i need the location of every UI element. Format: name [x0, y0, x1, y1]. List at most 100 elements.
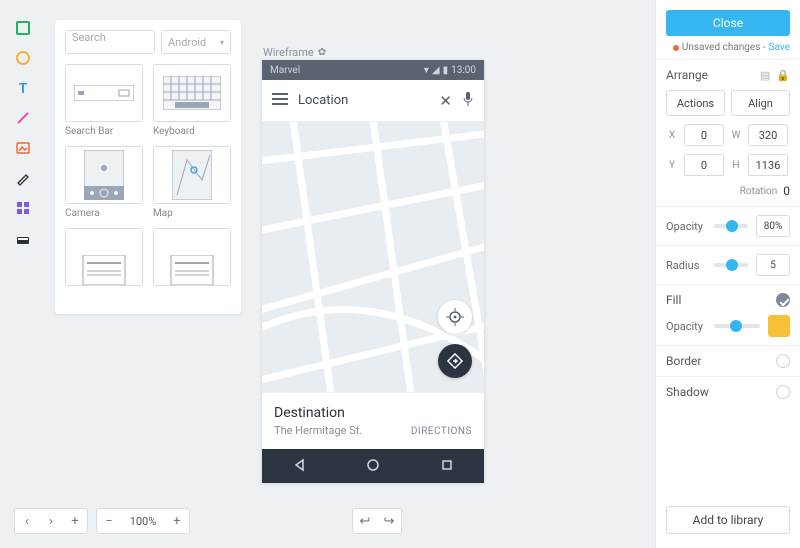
- y-input[interactable]: 0: [684, 154, 724, 176]
- shape-circle-tool[interactable]: [15, 50, 31, 66]
- hamburger-icon[interactable]: [272, 93, 288, 108]
- page-next-button[interactable]: ›: [39, 514, 63, 529]
- history-controls: ↩ ↪: [352, 508, 402, 534]
- h-label: H: [730, 160, 742, 171]
- frame-label[interactable]: Wireframe ✿: [263, 46, 326, 59]
- stack-up-icon[interactable]: ▤: [760, 69, 770, 82]
- x-label: X: [666, 130, 678, 141]
- library-item-label: Camera: [65, 208, 143, 222]
- w-label: W: [730, 130, 742, 141]
- library-item-map[interactable]: Map: [153, 146, 231, 222]
- radius-label: Radius: [666, 259, 706, 272]
- zoom-out-button[interactable]: −: [97, 514, 121, 529]
- library-panel: Search Android ▾ Search Bar Keyboard Cam…: [55, 20, 241, 314]
- directions-button[interactable]: DIRECTIONS: [411, 426, 472, 437]
- arrange-section: Arrange ▤ 🔒 Actions Align X 0 W 320 Y 0 H…: [656, 59, 800, 206]
- fill-color-swatch[interactable]: [768, 315, 790, 337]
- x-input[interactable]: 0: [684, 124, 724, 146]
- library-item-keyboard[interactable]: Keyboard: [153, 64, 231, 140]
- statusbar-title: Marvel: [270, 65, 300, 76]
- device-frame[interactable]: Marvel ▾ ◢ ▮ 13:00 Location ✕ Destinatio…: [262, 60, 484, 483]
- fill-toggle[interactable]: [776, 293, 790, 307]
- export-tool[interactable]: [15, 230, 31, 246]
- add-to-library-button[interactable]: Add to library: [666, 506, 790, 534]
- text-tool[interactable]: T: [15, 80, 31, 96]
- border-title: Border: [666, 354, 701, 368]
- save-link[interactable]: Save: [769, 42, 790, 53]
- library-item-label: [153, 290, 231, 304]
- pen-tool[interactable]: [15, 170, 31, 186]
- library-item-searchbar[interactable]: Search Bar: [65, 64, 143, 140]
- nav-recent-icon[interactable]: [440, 458, 454, 475]
- opacity-slider[interactable]: [714, 224, 748, 228]
- close-button[interactable]: Close: [666, 10, 790, 36]
- align-button[interactable]: Align: [731, 90, 790, 116]
- library-item-generic[interactable]: [65, 228, 143, 304]
- redo-button[interactable]: ↪: [377, 514, 401, 529]
- unsaved-dot-icon: [673, 45, 679, 51]
- library-item-generic[interactable]: [153, 228, 231, 304]
- rotation-label: Rotation: [740, 186, 778, 197]
- library-item-label: Keyboard: [153, 126, 231, 140]
- mic-icon[interactable]: [462, 91, 474, 110]
- zoom-value[interactable]: 100%: [121, 515, 165, 528]
- w-input[interactable]: 320: [748, 124, 788, 146]
- opacity-label: Opacity: [666, 220, 706, 233]
- library-item-camera[interactable]: Camera: [65, 146, 143, 222]
- signal-icon: ▾: [424, 65, 429, 76]
- map-canvas[interactable]: [262, 122, 484, 392]
- search-input[interactable]: Location: [298, 93, 429, 108]
- chevron-down-icon: ▾: [220, 38, 224, 47]
- svg-text:T: T: [19, 81, 28, 96]
- page-controls: ‹ › +: [14, 508, 88, 534]
- radius-slider[interactable]: [714, 263, 748, 267]
- line-tool[interactable]: [15, 110, 31, 126]
- lock-icon[interactable]: 🔒: [776, 69, 790, 82]
- destination-title: Destination: [274, 405, 362, 421]
- fill-title: Fill: [666, 293, 681, 307]
- platform-label: Android: [168, 36, 206, 49]
- h-input[interactable]: 1136: [748, 154, 788, 176]
- nav-back-icon[interactable]: [292, 458, 306, 475]
- directions-fab[interactable]: [438, 344, 472, 378]
- page-add-button[interactable]: +: [63, 514, 87, 529]
- shape-rect-tool[interactable]: [15, 20, 31, 36]
- library-item-label: Search Bar: [65, 126, 143, 140]
- page-prev-button[interactable]: ‹: [15, 514, 39, 529]
- fill-opacity-slider[interactable]: [714, 324, 760, 328]
- y-label: Y: [666, 160, 678, 171]
- opacity-value[interactable]: 80%: [756, 215, 790, 237]
- fill-section: Fill Opacity: [656, 284, 800, 345]
- destination-subtitle: The Hermitage St.: [274, 424, 362, 437]
- zoom-controls: − 100% +: [96, 508, 190, 534]
- destination-panel: Destination The Hermitage St. DIRECTIONS: [262, 392, 484, 449]
- image-tool[interactable]: [15, 140, 31, 156]
- unsaved-indicator: Unsaved changes - Save: [656, 42, 800, 59]
- radius-section: Radius 5: [656, 245, 800, 284]
- gear-icon[interactable]: ✿: [318, 47, 326, 58]
- radius-value[interactable]: 5: [756, 254, 790, 276]
- search-row: Location ✕: [262, 80, 484, 122]
- library-search-input[interactable]: Search: [65, 30, 155, 54]
- locate-fab[interactable]: [438, 300, 472, 334]
- undo-button[interactable]: ↩: [353, 514, 377, 529]
- status-bar: Marvel ▾ ◢ ▮ 13:00: [262, 60, 484, 80]
- opacity-section: Opacity 80%: [656, 206, 800, 245]
- actions-button[interactable]: Actions: [666, 90, 725, 116]
- left-toolbar: T: [12, 20, 34, 246]
- components-tool[interactable]: [15, 200, 31, 216]
- platform-dropdown[interactable]: Android ▾: [161, 30, 231, 54]
- border-toggle[interactable]: [776, 354, 790, 368]
- arrange-title: Arrange: [666, 68, 708, 82]
- library-item-label: [65, 290, 143, 304]
- nav-home-icon[interactable]: [366, 458, 380, 475]
- android-navbar: [262, 449, 484, 483]
- close-icon[interactable]: ✕: [439, 92, 452, 110]
- rotation-input[interactable]: 0: [783, 184, 790, 198]
- library-item-label: Map: [153, 208, 231, 222]
- shadow-toggle[interactable]: [776, 385, 790, 399]
- border-section: Border: [656, 345, 800, 376]
- statusbar-time: 13:00: [451, 65, 476, 76]
- zoom-in-button[interactable]: +: [165, 514, 189, 529]
- shadow-title: Shadow: [666, 385, 709, 399]
